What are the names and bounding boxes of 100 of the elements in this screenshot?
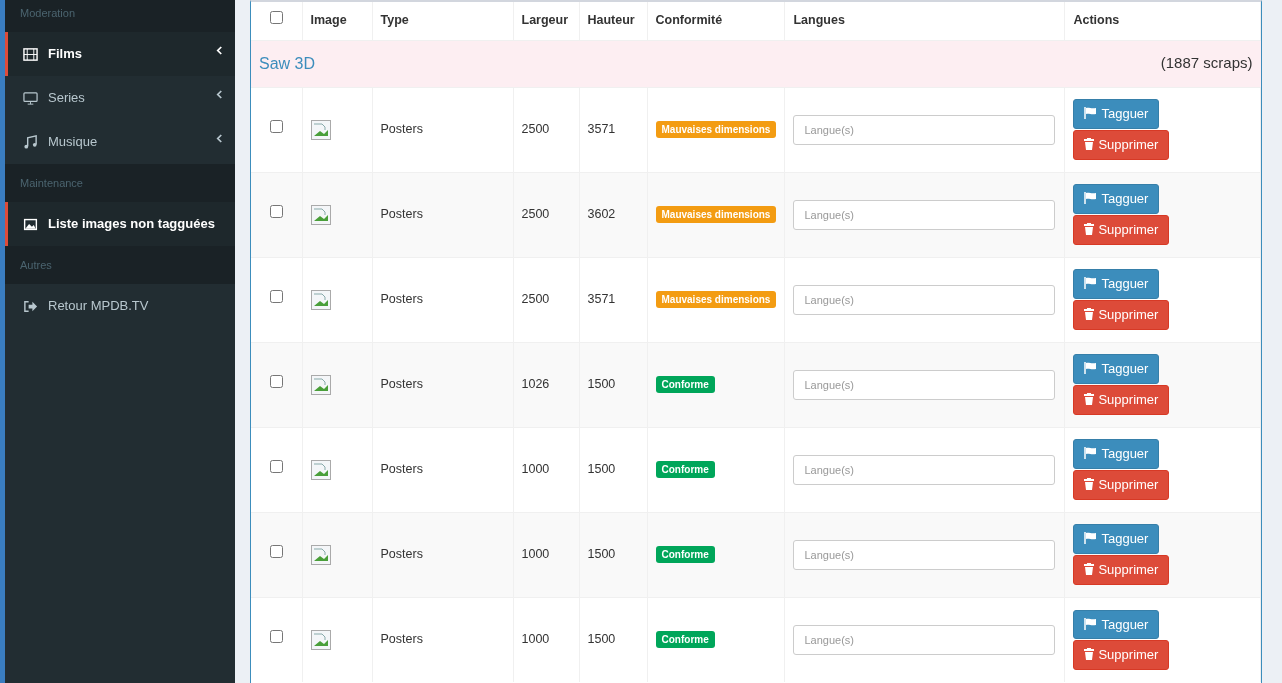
broken-image-icon xyxy=(310,204,331,225)
status-label: Mauvaises dimensions xyxy=(655,291,777,309)
flag-icon xyxy=(1084,362,1098,375)
delete-button[interactable]: Supprimer xyxy=(1073,215,1170,245)
table-cell: Posters xyxy=(380,632,423,647)
sidebar-item[interactable]: Liste images non tagguées xyxy=(5,202,235,246)
trash-icon xyxy=(1084,308,1095,320)
table-cell: 3571 xyxy=(587,122,616,137)
flag-icon xyxy=(1084,617,1098,630)
trash-icon xyxy=(1084,648,1095,661)
image-icon xyxy=(23,216,38,232)
flag-icon xyxy=(1084,447,1098,460)
select-all-checkbox[interactable] xyxy=(269,11,283,25)
row-checkbox[interactable] xyxy=(269,120,283,134)
flag-icon xyxy=(1084,107,1098,120)
table-cell: Posters xyxy=(380,122,423,137)
status-label: Conforme xyxy=(655,631,715,649)
sidebar-item[interactable]: Musique xyxy=(5,120,235,164)
row-checkbox[interactable] xyxy=(269,205,283,219)
table-cell: Posters xyxy=(380,462,423,477)
sidebar-item[interactable]: Films xyxy=(5,32,235,76)
delete-button[interactable]: Supprimer xyxy=(1073,130,1170,160)
language-field[interactable]: Langue(s) xyxy=(793,369,1056,400)
table-cell: 2500 xyxy=(521,207,550,222)
language-field[interactable]: Langue(s) xyxy=(793,454,1056,485)
table-cell: 3602 xyxy=(587,207,616,222)
table-cell: 1500 xyxy=(587,632,616,647)
delete-button[interactable]: Supprimer xyxy=(1073,300,1170,330)
broken-image-icon xyxy=(310,374,331,395)
tag-button[interactable]: Tagguer xyxy=(1073,439,1160,469)
table-cell: Posters xyxy=(380,377,423,392)
column-header: Actions xyxy=(1073,13,1120,28)
table-cell: 1500 xyxy=(587,547,616,562)
section-header: Maintenance xyxy=(20,175,83,191)
language-field[interactable]: Langue(s) xyxy=(793,114,1056,145)
section-header: Moderation xyxy=(20,5,76,21)
sign-out-icon xyxy=(23,298,38,314)
flag-icon xyxy=(1084,532,1098,545)
row-checkbox[interactable] xyxy=(269,545,283,559)
trash-icon xyxy=(1084,563,1095,575)
language-field[interactable]: Langue(s) xyxy=(793,199,1056,230)
table-cell: Posters xyxy=(380,547,423,562)
delete-button[interactable]: Supprimer xyxy=(1073,385,1170,415)
status-label: Mauvaises dimensions xyxy=(655,121,777,139)
sidebar-item[interactable]: Retour MPDB.TV xyxy=(5,284,235,328)
status-label: Conforme xyxy=(655,461,715,479)
table-cell: 1500 xyxy=(587,377,616,392)
row-checkbox[interactable] xyxy=(269,375,283,389)
delete-button[interactable]: Supprimer xyxy=(1073,555,1170,585)
delete-button[interactable]: Supprimer xyxy=(1073,470,1170,500)
column-header: Type xyxy=(380,13,409,28)
tag-button[interactable]: Tagguer xyxy=(1073,99,1160,129)
status-label: Mauvaises dimensions xyxy=(655,206,777,224)
table-cell: 3571 xyxy=(587,292,616,307)
tag-button[interactable]: Tagguer xyxy=(1073,609,1160,640)
trash-icon xyxy=(1084,223,1095,235)
sidebar-item[interactable]: Series xyxy=(5,76,235,120)
row-checkbox[interactable] xyxy=(269,290,283,304)
column-header: Langues xyxy=(793,13,845,28)
table-cell: Posters xyxy=(380,207,423,222)
tag-button[interactable]: Tagguer xyxy=(1073,524,1160,554)
trash-icon xyxy=(1084,393,1095,405)
scrap-count: (1887 scraps) xyxy=(1160,52,1253,73)
column-header: Conformité xyxy=(655,13,723,28)
flag-icon xyxy=(1084,277,1098,290)
monitor-icon xyxy=(23,90,38,106)
status-label: Conforme xyxy=(655,376,715,394)
table-cell: 1000 xyxy=(521,462,550,477)
language-field[interactable]: Langue(s) xyxy=(793,284,1056,315)
table-cell: 2500 xyxy=(521,292,550,307)
column-header: Image xyxy=(310,13,347,28)
table-cell: 2500 xyxy=(521,122,550,137)
column-header: Hauteur xyxy=(587,13,635,28)
tag-button[interactable]: Tagguer xyxy=(1073,184,1160,214)
status-label: Conforme xyxy=(655,546,715,564)
tag-button[interactable]: Tagguer xyxy=(1073,354,1160,384)
column-header: Largeur xyxy=(521,13,569,28)
music-note-icon xyxy=(23,134,38,150)
table-cell: 1500 xyxy=(587,462,616,477)
table-cell: 1000 xyxy=(521,632,550,647)
table-cell: 1026 xyxy=(521,377,550,392)
row-checkbox[interactable] xyxy=(269,460,283,474)
broken-image-icon xyxy=(310,289,331,310)
row-checkbox[interactable] xyxy=(269,630,283,644)
trash-icon xyxy=(1084,138,1095,150)
broken-image-icon xyxy=(310,629,331,650)
table-cell: 1000 xyxy=(521,547,550,562)
language-field[interactable]: Langue(s) xyxy=(793,624,1056,655)
language-field[interactable]: Langue(s) xyxy=(793,539,1056,570)
broken-image-icon xyxy=(310,544,331,565)
group-title: Saw 3D xyxy=(259,54,316,72)
trash-icon xyxy=(1084,478,1095,490)
section-header: Autres xyxy=(20,257,52,273)
tag-button[interactable]: Tagguer xyxy=(1073,269,1160,299)
delete-button[interactable]: Supprimer xyxy=(1073,640,1170,670)
flag-icon xyxy=(1084,192,1098,205)
broken-image-icon xyxy=(310,119,331,140)
table-cell: Posters xyxy=(380,292,423,307)
film-icon xyxy=(23,46,38,62)
broken-image-icon xyxy=(310,459,331,480)
